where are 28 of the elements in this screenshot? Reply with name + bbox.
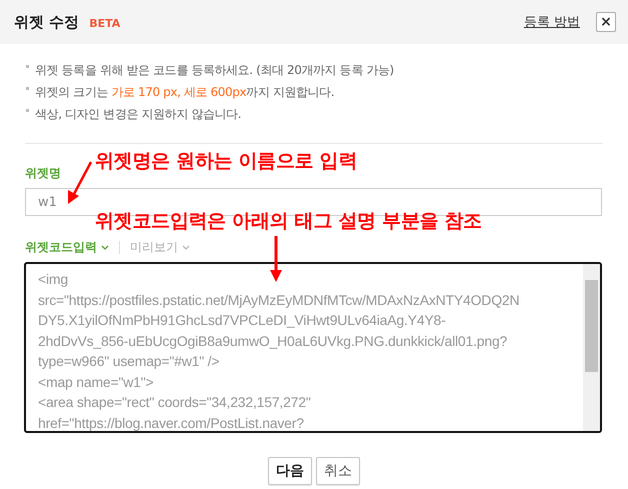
note-text: 위젯의 크기는 가로 170 px, 세로 600px까지 지원합니다. [35, 84, 334, 101]
annotation-arrow [270, 236, 282, 282]
code-line: <area shape="rect" coords="34,232,157,272" [38, 393, 312, 412]
dialog-title: 위젯 수정 [14, 12, 80, 32]
beta-label: BETA [89, 17, 120, 30]
code-line: DY5.X1yilOfNmPbH91GhcLsd7VPCLeDI_ViHwt9ULv64iaAg.Y4Y8- [38, 311, 447, 330]
annotation-arrow [68, 161, 92, 204]
bullet-icon [26, 87, 29, 90]
field-label: 위젯명 [25, 165, 62, 182]
annotation-text: 위젯명은 원하는 이름으로 입력 [95, 149, 358, 174]
chevron-down-icon [182, 245, 190, 250]
next-button[interactable]: 다음 [268, 457, 312, 485]
close-button[interactable]: × [596, 12, 616, 32]
note-text: 색상, 디자인 변경은 지원하지 않습니다. [35, 106, 242, 123]
scrollbar[interactable] [583, 264, 600, 431]
code-line: <map name="w1"> [38, 372, 155, 392]
bullet-icon [26, 65, 29, 68]
code-line: href="https://blog.naver.com/PostList.naver? [38, 414, 305, 431]
chevron-down-icon [101, 245, 109, 250]
code-line: src="https://postfiles.pstatic.net/MjAyMzEyMDNfMTcw/MDAxNzAxNTY4ODQ2N [38, 290, 520, 310]
code-text-area[interactable] [24, 262, 602, 433]
help-link[interactable]: 등록 방법 [524, 13, 580, 31]
code-line: 2hdDvVs_856-uEbUcgOgiB8a9umwO_H0aL6UVkg.PNG.dunkkick/all01.png? [38, 332, 508, 351]
note-text: 위젯 등록을 위해 받은 코드를 등록하세요. (최대 20개까지 등록 가능) [35, 62, 394, 79]
code-line: <img [38, 270, 69, 289]
code-line: type=w966" usemap="#w1" /> [38, 352, 220, 371]
bullet-icon [26, 109, 29, 112]
cancel-button[interactable]: 취소 [316, 457, 360, 485]
